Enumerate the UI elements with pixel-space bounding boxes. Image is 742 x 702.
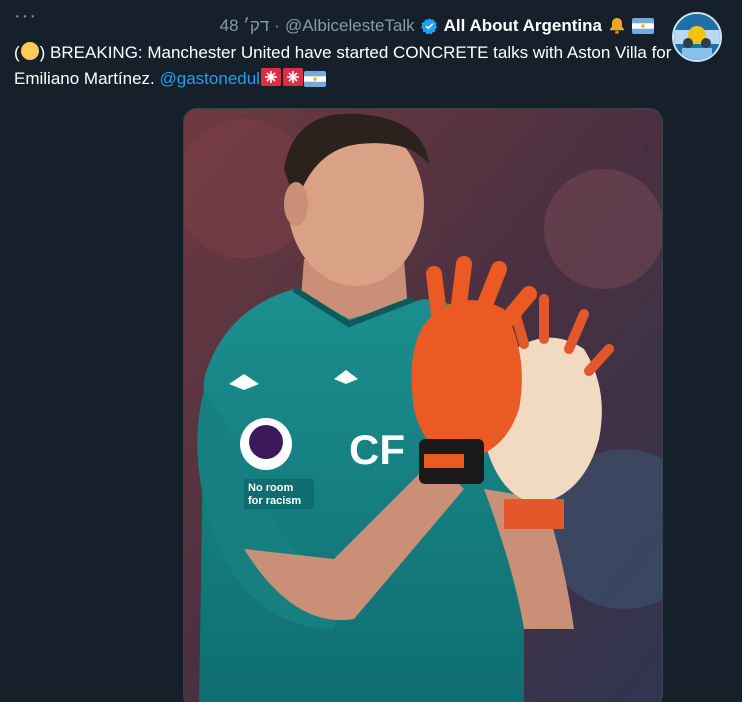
bell-icon [610,18,624,34]
tweet-text: () BREAKING: Manchester United have star… [14,40,674,92]
siren-icon [282,68,303,86]
sleeve-text-line2: for racism [248,495,301,507]
mention-link[interactable]: @gastonedul [160,69,260,88]
verified-badge-icon [420,17,437,34]
tweet-text-body: ) BREAKING: Manchester United have start… [14,43,672,88]
separator-dot: · [274,16,280,35]
display-name[interactable]: All About Argentina [444,16,602,36]
yellow-circle-icon [20,42,39,60]
argentina-flag-icon [632,18,654,34]
goalkeeper-photo: No room for racism CF [184,109,662,702]
tweet[interactable]: ··· 48 דק׳ · @AlbicelesteTalk All About … [0,0,742,702]
siren-icon [260,68,281,86]
argentina-flag-icon [303,71,326,87]
avatar[interactable] [672,12,722,62]
jersey-sponsor: CF [349,426,405,473]
sleeve-text-line1: No room [248,482,293,494]
tweet-header: 48 דק׳ · @AlbicelesteTalk All About Arge… [220,14,654,38]
tweet-time[interactable]: 48 דק׳ [220,16,270,36]
tweet-media-photo[interactable]: No room for racism CF [183,108,663,702]
more-options-icon[interactable]: ··· [14,6,37,26]
user-handle[interactable]: @AlbicelesteTalk [285,16,415,36]
